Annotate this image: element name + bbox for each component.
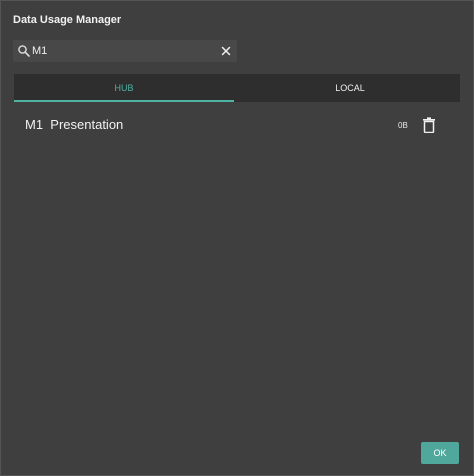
close-icon[interactable] bbox=[219, 44, 233, 58]
list-item[interactable]: M1 Presentation 0B bbox=[14, 113, 460, 137]
search-box[interactable] bbox=[13, 40, 237, 62]
dialog-title: Data Usage Manager bbox=[13, 14, 122, 26]
item-name: M1 Presentation bbox=[25, 117, 124, 132]
trash-icon[interactable] bbox=[422, 117, 436, 133]
tab-local[interactable]: LOCAL bbox=[240, 74, 460, 102]
search-input[interactable] bbox=[32, 42, 212, 60]
tab-bar: HUB LOCAL bbox=[14, 74, 460, 102]
ok-button[interactable]: OK bbox=[421, 442, 459, 464]
item-size: 0B bbox=[398, 121, 408, 130]
data-usage-dialog: Data Usage Manager HUB LOCAL M1 Presenta… bbox=[0, 0, 474, 476]
tab-hub[interactable]: HUB bbox=[14, 74, 234, 102]
search-icon bbox=[18, 45, 30, 57]
